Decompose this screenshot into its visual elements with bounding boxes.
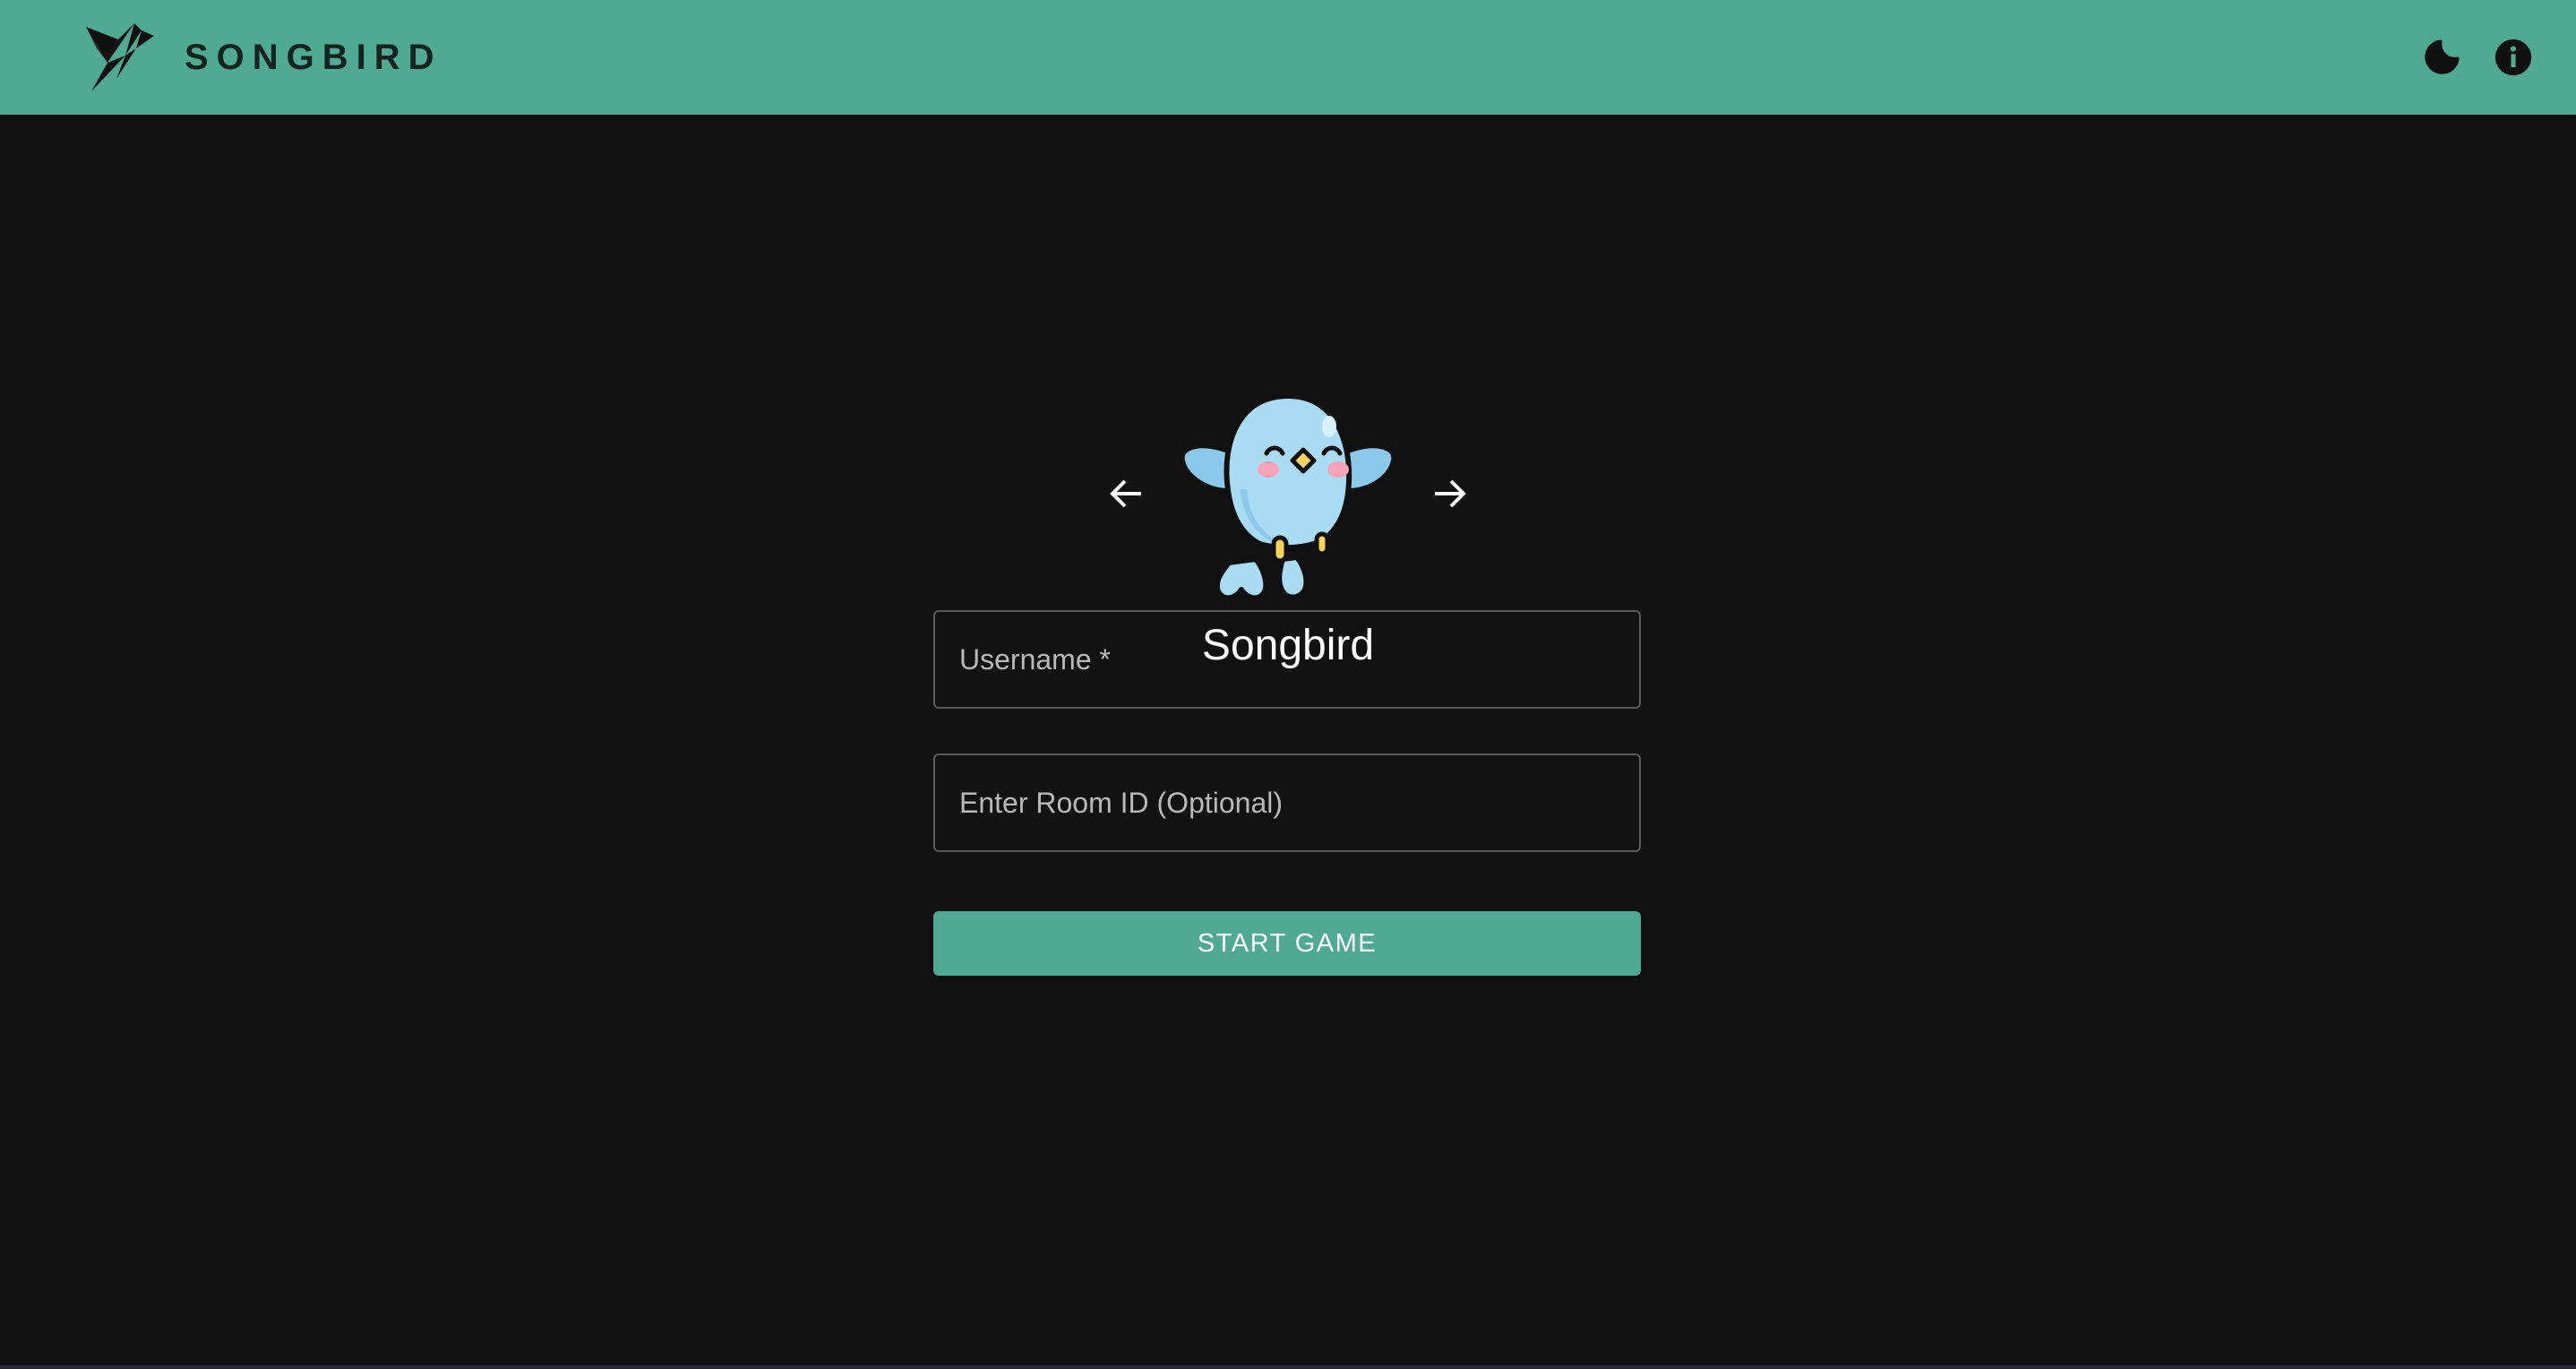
username-label: Username * — [959, 643, 1111, 676]
arrow-left-icon — [1110, 479, 1141, 508]
previous-avatar-button[interactable] — [1084, 451, 1170, 537]
brand-name: SONGBIRD — [185, 37, 442, 77]
moon-icon — [2425, 39, 2460, 74]
info-button[interactable] — [2477, 22, 2549, 93]
start-game-button[interactable]: START GAME — [933, 911, 1641, 976]
info-icon — [2494, 39, 2532, 76]
next-avatar-button[interactable] — [1406, 451, 1492, 537]
bluebird-avatar-icon — [1179, 388, 1397, 601]
room-id-field[interactable]: Enter Room ID (Optional) — [933, 753, 1641, 852]
arrow-right-icon — [1435, 479, 1466, 508]
avatar-picker — [1084, 383, 1492, 607]
origami-bird-icon — [86, 23, 154, 91]
username-field[interactable]: Username * — [933, 610, 1641, 709]
brand[interactable]: SONGBIRD — [82, 20, 442, 95]
app-header: SONGBIRD — [0, 0, 2576, 115]
dark-mode-toggle-button[interactable] — [2406, 22, 2477, 93]
window-bottom-edge — [0, 1365, 2576, 1369]
room-id-label: Enter Room ID (Optional) — [959, 787, 1284, 819]
lobby-main: Songbird — [0, 115, 2576, 1369]
